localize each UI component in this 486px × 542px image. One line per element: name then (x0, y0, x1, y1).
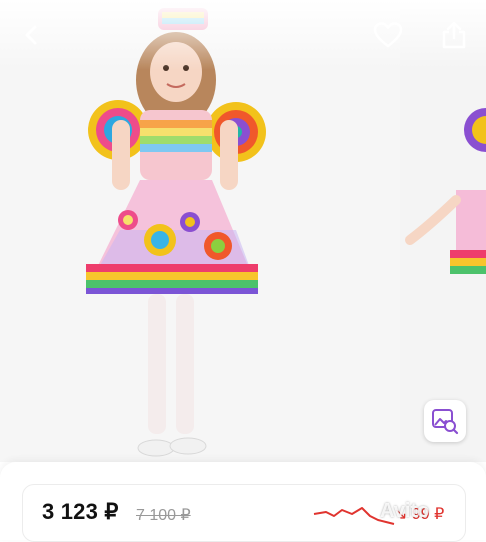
image-search-icon (432, 409, 459, 435)
price-trend-icon (313, 507, 395, 525)
share-button[interactable] (436, 17, 472, 53)
top-bar (0, 0, 486, 70)
current-price: 3 123 ₽ (42, 499, 119, 524)
back-button[interactable] (14, 17, 50, 53)
share-icon (442, 21, 466, 49)
heart-icon (373, 22, 403, 48)
favorite-button[interactable] (370, 17, 406, 53)
old-price: 7 100 ₽ (136, 507, 191, 524)
image-search-button[interactable] (424, 400, 466, 442)
price-drop: ↘ 99 ₽ (394, 506, 445, 523)
back-arrow-icon (25, 25, 37, 45)
photo-gallery[interactable] (0, 0, 486, 462)
